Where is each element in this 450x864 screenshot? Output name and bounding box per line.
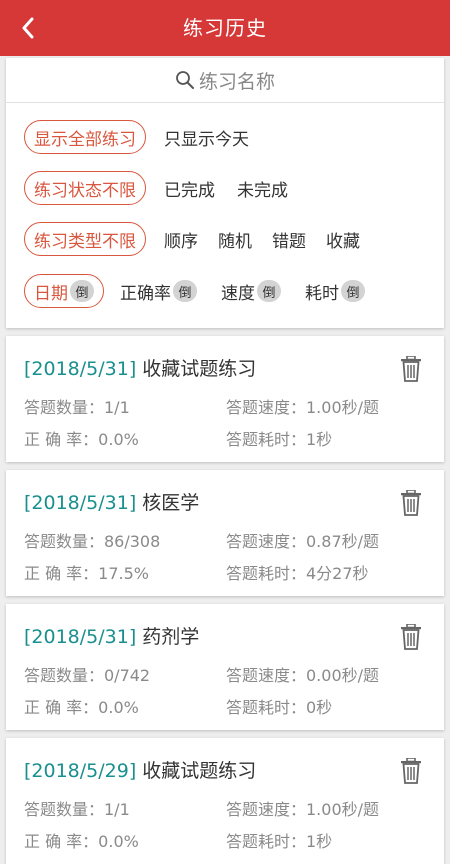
record-title: [2018/5/29] 收藏试题练习 <box>24 756 256 783</box>
record-accuracy: 正 确 率：0.0% <box>24 430 139 449</box>
filter-chip-status-any[interactable]: 练习状态不限 <box>24 171 146 205</box>
history-record-card[interactable]: [2018/5/31] 药剂学 答题数量：0/742 答题速度：0.00秒/题 … <box>6 604 444 730</box>
sort-speed-label: 速度 <box>221 283 255 304</box>
record-answer-speed: 答题速度：0.00秒/题 <box>226 666 380 685</box>
filter-option-random[interactable]: 随机 <box>218 227 252 252</box>
record-date: [2018/5/31] <box>24 626 137 648</box>
record-time-spent: 答题耗时：0秒 <box>226 698 333 717</box>
filter-row-status: 练习状态不限 已完成 未完成 <box>24 169 288 207</box>
sort-date-label: 日期 <box>34 283 68 304</box>
search-placeholder: 练习名称 <box>198 70 275 93</box>
record-title: [2018/5/31] 收藏试题练习 <box>24 354 256 381</box>
record-time-spent: 答题耗时：4分27秒 <box>226 564 369 583</box>
sort-desc-badge: 倒 <box>173 280 197 302</box>
filter-option-sequential[interactable]: 顺序 <box>164 227 198 252</box>
sort-desc-badge: 倒 <box>341 280 365 302</box>
record-answer-speed: 答题速度：1.00秒/题 <box>226 398 380 417</box>
page-title: 练习历史 <box>183 16 267 40</box>
record-name: 核医学 <box>142 492 200 514</box>
record-name: 收藏试题练习 <box>142 760 257 782</box>
record-accuracy: 正 确 率：0.0% <box>24 832 139 851</box>
trash-icon[interactable] <box>400 356 422 382</box>
trash-icon[interactable] <box>400 624 422 650</box>
record-question-count: 答题数量：86/308 <box>24 532 161 551</box>
record-date: [2018/5/29] <box>24 760 137 782</box>
sort-option-duration[interactable]: 耗时 倒 <box>305 279 365 304</box>
record-date: [2018/5/31] <box>24 492 137 514</box>
filter-row-scope: 显示全部练习 只显示今天 <box>24 118 249 156</box>
filter-row-sort: 日期 倒 正确率 倒 速度 倒 耗时 倒 <box>24 272 365 310</box>
sort-duration-label: 耗时 <box>305 283 339 304</box>
top-app-bar: 练习历史 <box>0 0 450 56</box>
record-question-count: 答题数量：0/742 <box>24 666 151 685</box>
history-record-card[interactable]: [2018/5/29] 收藏试题练习 答题数量：1/1 答题速度：1.00秒/题… <box>6 738 444 864</box>
sort-desc-badge: 倒 <box>70 280 94 302</box>
record-name: 药剂学 <box>142 626 200 648</box>
record-name: 收藏试题练习 <box>142 358 257 380</box>
record-time-spent: 答题耗时：1秒 <box>226 832 333 851</box>
history-record-card[interactable]: [2018/5/31] 核医学 答题数量：86/308 答题速度：0.87秒/题… <box>6 470 444 596</box>
record-time-spent: 答题耗时：1秒 <box>226 430 333 449</box>
record-answer-speed: 答题速度：0.87秒/题 <box>226 532 380 551</box>
sort-accuracy-label: 正确率 <box>120 283 171 304</box>
filter-option-today-only[interactable]: 只显示今天 <box>164 125 249 150</box>
trash-icon[interactable] <box>400 758 422 784</box>
record-question-count: 答题数量：1/1 <box>24 398 130 417</box>
record-date: [2018/5/31] <box>24 358 137 380</box>
filter-chip-type-any[interactable]: 练习类型不限 <box>24 222 146 256</box>
sort-option-speed[interactable]: 速度 倒 <box>221 279 281 304</box>
sort-chip-date[interactable]: 日期 倒 <box>24 274 104 308</box>
sort-desc-badge: 倒 <box>257 280 281 302</box>
record-title: [2018/5/31] 核医学 <box>24 488 199 515</box>
record-title: [2018/5/31] 药剂学 <box>24 622 199 649</box>
search-icon <box>176 71 194 89</box>
record-accuracy: 正 确 率：0.0% <box>24 698 139 717</box>
trash-icon[interactable] <box>400 490 422 516</box>
sort-option-accuracy[interactable]: 正确率 倒 <box>120 279 197 304</box>
filter-option-incomplete[interactable]: 未完成 <box>237 176 288 201</box>
filter-option-wrong[interactable]: 错题 <box>272 227 306 252</box>
filter-panel: 练习名称 显示全部练习 只显示今天 练习状态不限 已完成 未完成 练习类型不限 … <box>6 58 444 328</box>
search-input[interactable]: 练习名称 <box>6 58 444 103</box>
filter-option-favorites[interactable]: 收藏 <box>326 227 360 252</box>
record-accuracy: 正 确 率：17.5% <box>24 564 150 583</box>
history-record-card[interactable]: [2018/5/31] 收藏试题练习 答题数量：1/1 答题速度：1.00秒/题… <box>6 336 444 462</box>
filter-option-completed[interactable]: 已完成 <box>164 176 215 201</box>
filter-row-type: 练习类型不限 顺序 随机 错题 收藏 <box>24 220 360 258</box>
filter-chip-all-practice[interactable]: 显示全部练习 <box>24 120 146 154</box>
